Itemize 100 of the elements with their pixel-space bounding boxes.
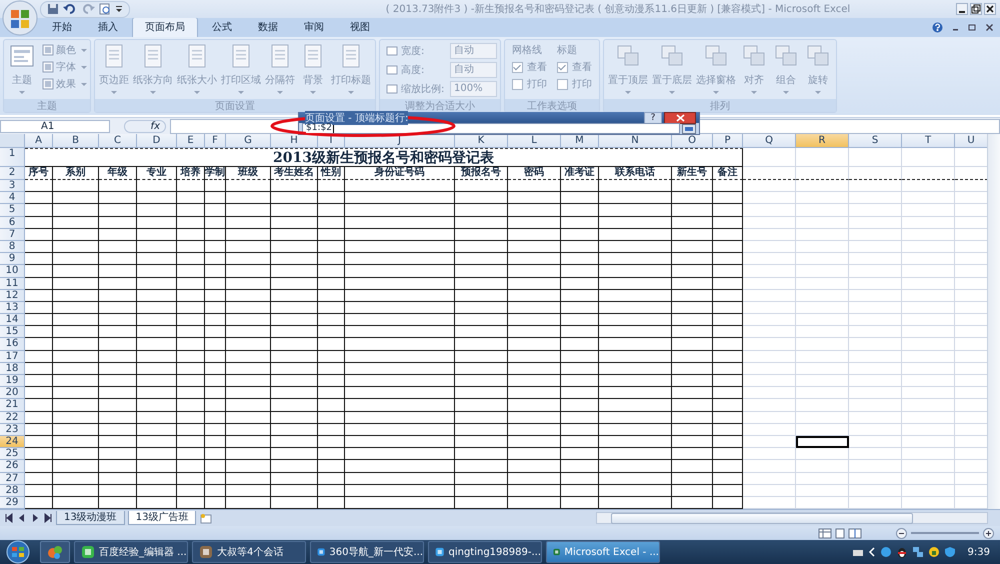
page-break-view-icon[interactable] bbox=[848, 528, 862, 538]
page-layout-view-icon[interactable] bbox=[833, 528, 847, 538]
sheet-nav-arrow-icon[interactable] bbox=[4, 513, 14, 523]
column-header[interactable]: M bbox=[561, 134, 599, 148]
help-icon[interactable] bbox=[932, 22, 943, 33]
restore-icon[interactable] bbox=[968, 23, 977, 32]
row-header[interactable]: 29 bbox=[0, 496, 25, 509]
row-header[interactable]: 21 bbox=[0, 399, 25, 412]
row-header[interactable]: 11 bbox=[0, 278, 25, 290]
column-header[interactable]: N bbox=[599, 134, 672, 148]
row-header[interactable]: 18 bbox=[0, 362, 25, 375]
row-header[interactable]: 16 bbox=[0, 338, 25, 351]
column-header[interactable]: S bbox=[849, 134, 902, 148]
network-icon[interactable] bbox=[912, 546, 924, 558]
column-header[interactable]: U bbox=[955, 134, 988, 148]
scrollbar-thumb[interactable] bbox=[611, 512, 913, 524]
undo-icon[interactable] bbox=[63, 3, 77, 15]
row-header[interactable]: 7 bbox=[0, 228, 25, 241]
print-preview-icon[interactable] bbox=[99, 3, 111, 15]
insert-sheet-icon[interactable] bbox=[199, 512, 214, 524]
column-header[interactable]: C bbox=[99, 134, 137, 148]
column-header[interactable]: G bbox=[226, 134, 271, 148]
column-header[interactable]: K bbox=[455, 134, 508, 148]
restore-icon[interactable] bbox=[970, 3, 982, 15]
taskbar-button[interactable]: 百度经验_编辑器 ... bbox=[74, 541, 188, 563]
column-header[interactable]: T bbox=[902, 134, 955, 148]
zoom-in-icon[interactable] bbox=[983, 528, 994, 538]
taskbar-button[interactable] bbox=[40, 541, 70, 563]
column-header[interactable]: Q bbox=[743, 134, 796, 148]
taskbar-button[interactable]: Microsoft Excel - ... bbox=[546, 541, 660, 563]
sheet-tab[interactable]: 13级广告班 bbox=[128, 511, 196, 525]
normal-view-icon[interactable] bbox=[818, 528, 832, 538]
row-header[interactable]: 3 bbox=[0, 180, 25, 192]
penguin-icon[interactable] bbox=[896, 546, 908, 558]
shield-icon[interactable] bbox=[944, 546, 956, 558]
row-header[interactable]: 20 bbox=[0, 387, 25, 400]
row-header[interactable]: 25 bbox=[0, 448, 25, 460]
row-header[interactable]: 13 bbox=[0, 302, 25, 314]
taskbar-button[interactable]: 360导航_新一代安... bbox=[310, 541, 424, 563]
ribbon-tab[interactable]: 公式 bbox=[200, 18, 244, 37]
row-header[interactable]: 24 bbox=[0, 436, 25, 448]
selected-cell[interactable] bbox=[796, 436, 849, 448]
row-header[interactable]: 8 bbox=[0, 240, 25, 254]
show-hidden-icons-icon[interactable] bbox=[868, 547, 876, 557]
ribbon-tab[interactable]: 开始 bbox=[40, 18, 84, 37]
row-header[interactable]: 12 bbox=[0, 290, 25, 302]
ribbon-tab[interactable]: 审阅 bbox=[292, 18, 336, 37]
row-header[interactable]: 4 bbox=[0, 192, 25, 204]
row-header[interactable]: 23 bbox=[0, 424, 25, 436]
close-icon[interactable] bbox=[985, 23, 994, 32]
expand-dialog-icon[interactable] bbox=[682, 124, 696, 134]
ribbon-tab[interactable]: 插入 bbox=[86, 18, 130, 37]
sheet-nav-arrow-icon[interactable] bbox=[43, 513, 53, 523]
minimize-icon[interactable] bbox=[956, 3, 968, 15]
row-header[interactable]: 10 bbox=[0, 265, 25, 278]
ribbon-tab[interactable]: 视图 bbox=[338, 18, 382, 37]
vertical-scrollbar[interactable] bbox=[987, 134, 1000, 509]
sheet-tab[interactable]: 13级动漫班 bbox=[56, 511, 125, 525]
row-header[interactable]: 17 bbox=[0, 350, 25, 363]
close-icon[interactable] bbox=[984, 3, 996, 15]
close-icon bbox=[676, 114, 684, 122]
field-label: 宽度: bbox=[401, 44, 426, 58]
function-button[interactable]: fx bbox=[124, 120, 166, 132]
column-header[interactable]: O bbox=[672, 134, 713, 148]
column-header[interactable]: H bbox=[271, 134, 318, 148]
column-header[interactable]: P bbox=[713, 134, 743, 148]
save-icon[interactable] bbox=[47, 3, 59, 15]
column-header[interactable]: F bbox=[205, 134, 226, 148]
close-button[interactable] bbox=[664, 112, 696, 124]
row-header[interactable]: 28 bbox=[0, 484, 25, 497]
column-header[interactable]: B bbox=[53, 134, 99, 148]
column-header[interactable]: A bbox=[25, 134, 53, 148]
horizontal-scrollbar[interactable] bbox=[596, 512, 988, 524]
caret-icon bbox=[310, 91, 316, 94]
column-heading: 系别 bbox=[53, 167, 99, 180]
row-header[interactable]: 15 bbox=[0, 326, 25, 338]
row-header[interactable]: 27 bbox=[0, 472, 25, 485]
row-header[interactable]: 5 bbox=[0, 204, 25, 217]
option-heading: 网格线 bbox=[512, 44, 543, 57]
row-header[interactable]: 6 bbox=[0, 216, 25, 229]
row-header[interactable]: 19 bbox=[0, 375, 25, 388]
range-field[interactable]: $1:$2 bbox=[302, 123, 680, 134]
row-header[interactable]: 1 bbox=[0, 148, 25, 167]
ribbon-tab[interactable]: 页面布局 bbox=[132, 17, 198, 37]
row-header[interactable]: 22 bbox=[0, 412, 25, 424]
column-header[interactable]: R bbox=[796, 134, 849, 148]
column-header[interactable]: L bbox=[508, 134, 561, 148]
taskbar-button[interactable]: 大叔等4个会话 bbox=[192, 541, 306, 563]
zoom-out-icon[interactable] bbox=[896, 528, 907, 538]
row-header[interactable]: 26 bbox=[0, 460, 25, 472]
name-box[interactable]: A1 bbox=[0, 120, 110, 132]
ribbon-tab[interactable]: 数据 bbox=[246, 18, 290, 37]
column-header[interactable]: D bbox=[137, 134, 177, 148]
row-header[interactable]: 9 bbox=[0, 253, 25, 266]
help-button[interactable]: ? bbox=[644, 112, 662, 124]
taskbar-button[interactable]: qingting198989-... bbox=[428, 541, 542, 563]
row-header[interactable]: 2 bbox=[0, 167, 25, 180]
row-header[interactable]: 14 bbox=[0, 314, 25, 326]
column-header[interactable]: E bbox=[177, 134, 205, 148]
customize-icon[interactable] bbox=[115, 3, 123, 15]
